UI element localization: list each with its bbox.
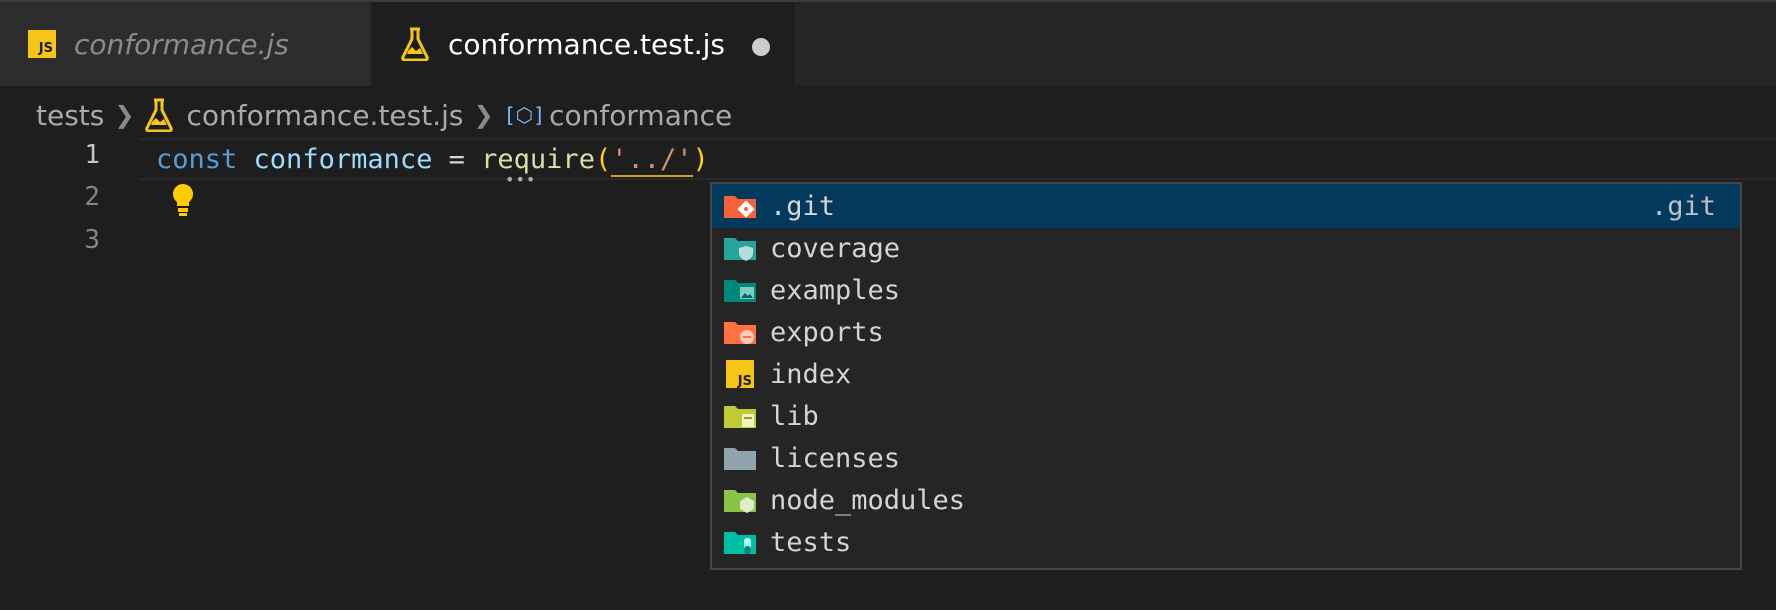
suggestion-label: licenses (770, 442, 901, 474)
unsaved-dot-icon[interactable] (752, 38, 770, 56)
function-token: require (481, 144, 595, 175)
folder-coverage-icon (724, 238, 756, 261)
flask-icon (145, 98, 174, 132)
line-number: 3 (84, 225, 100, 255)
suggestion-detail: .git (1650, 190, 1716, 222)
breadcrumb-folder[interactable]: tests (36, 99, 104, 132)
folder-git-icon (724, 196, 756, 218)
folder-test-icon (724, 532, 756, 554)
suggestion-label: lib (770, 400, 819, 432)
suggest-widget: .git .git coverage examples exports JS i… (710, 182, 1742, 570)
symbol-variable-icon: [⬡] (503, 103, 546, 127)
suggestion-item-git[interactable]: .git .git (712, 184, 1740, 228)
line-number: 1 (84, 140, 100, 170)
suggestion-item-index[interactable]: JS index (712, 352, 1740, 396)
line-number: 2 (84, 182, 100, 212)
suggestion-label: index (770, 358, 852, 390)
breadcrumb-file[interactable]: conformance.test.js (186, 99, 463, 132)
suggestion-item-exports[interactable]: exports (712, 310, 1740, 354)
suggestion-item-examples[interactable]: examples (712, 268, 1740, 312)
tab-bar: JS conformance.js conformance.test.js (0, 0, 1776, 86)
paren-token: ) (692, 144, 709, 175)
suggestion-item-node-modules[interactable]: node_modules (712, 478, 1740, 522)
tab-conformance-test-js[interactable]: conformance.test.js (372, 2, 795, 86)
tab-conformance-js[interactable]: JS conformance.js (0, 2, 370, 86)
folder-icon (724, 448, 756, 470)
folder-lib-icon (724, 406, 756, 428)
chevron-right-icon: ❯ (473, 101, 494, 129)
js-file-icon: JS (28, 30, 56, 58)
suggestion-label: exports (770, 316, 884, 348)
hint-dots-icon[interactable]: ••• (505, 170, 536, 189)
svg-text:JS: JS (737, 374, 752, 388)
chevron-right-icon: ❯ (114, 101, 135, 129)
folder-examples-icon (724, 280, 756, 302)
tab-label: conformance.js (74, 27, 289, 61)
variable-token: conformance (253, 144, 433, 175)
suggestion-label: examples (770, 274, 901, 306)
tab-label: conformance.test.js (448, 27, 726, 61)
breadcrumb-symbol[interactable]: conformance (549, 99, 732, 132)
suggestion-item-licenses[interactable]: licenses (712, 436, 1740, 480)
folder-exports-icon (724, 322, 756, 344)
lightbulb-icon[interactable] (170, 182, 196, 218)
folder-node-icon (724, 490, 756, 513)
suggestion-item-tests[interactable]: tests (712, 520, 1740, 564)
suggestion-item-lib[interactable]: lib (712, 394, 1740, 438)
js-file-icon: JS (726, 360, 754, 388)
suggestion-label: node_modules (770, 484, 966, 516)
code-line[interactable]: const conformance = require('../') (156, 140, 709, 180)
suggestion-label: tests (770, 526, 852, 558)
breadcrumb: tests ❯ conformance.test.js ❯ [⬡] confor… (36, 95, 732, 135)
suggestion-label: .git (770, 190, 836, 222)
flask-icon (401, 27, 429, 61)
paren-token: ( (594, 144, 612, 175)
suggestion-label: coverage (770, 232, 901, 264)
operator-token: = (448, 144, 465, 175)
suggestion-item-coverage[interactable]: coverage (712, 226, 1740, 270)
keyword-token: const (156, 144, 238, 175)
string-token: '../' (611, 144, 693, 177)
